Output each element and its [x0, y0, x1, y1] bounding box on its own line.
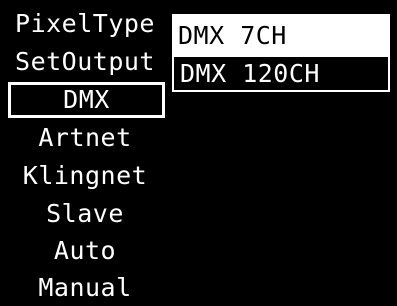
- device-screen: PixelType SetOutput DMX Artnet Klingnet …: [0, 0, 397, 306]
- menu-item-manual[interactable]: Manual: [0, 270, 170, 306]
- popup-option-dmx-7ch[interactable]: DMX 7CH: [172, 18, 390, 54]
- menu-item-artnet[interactable]: Artnet: [0, 120, 170, 156]
- menu-item-auto[interactable]: Auto: [0, 233, 170, 269]
- main-menu: PixelType SetOutput DMX Artnet Klingnet …: [0, 0, 170, 306]
- menu-item-setoutput[interactable]: SetOutput: [0, 44, 170, 80]
- menu-item-slave[interactable]: Slave: [0, 196, 170, 232]
- menu-item-klingnet[interactable]: Klingnet: [0, 158, 170, 194]
- menu-item-pixeltype[interactable]: PixelType: [0, 6, 170, 42]
- popup-option-dmx-120ch[interactable]: DMX 120CH: [174, 57, 388, 90]
- menu-item-dmx[interactable]: DMX: [8, 82, 165, 118]
- dmx-mode-popup: DMX 7CH DMX 120CH: [172, 14, 390, 92]
